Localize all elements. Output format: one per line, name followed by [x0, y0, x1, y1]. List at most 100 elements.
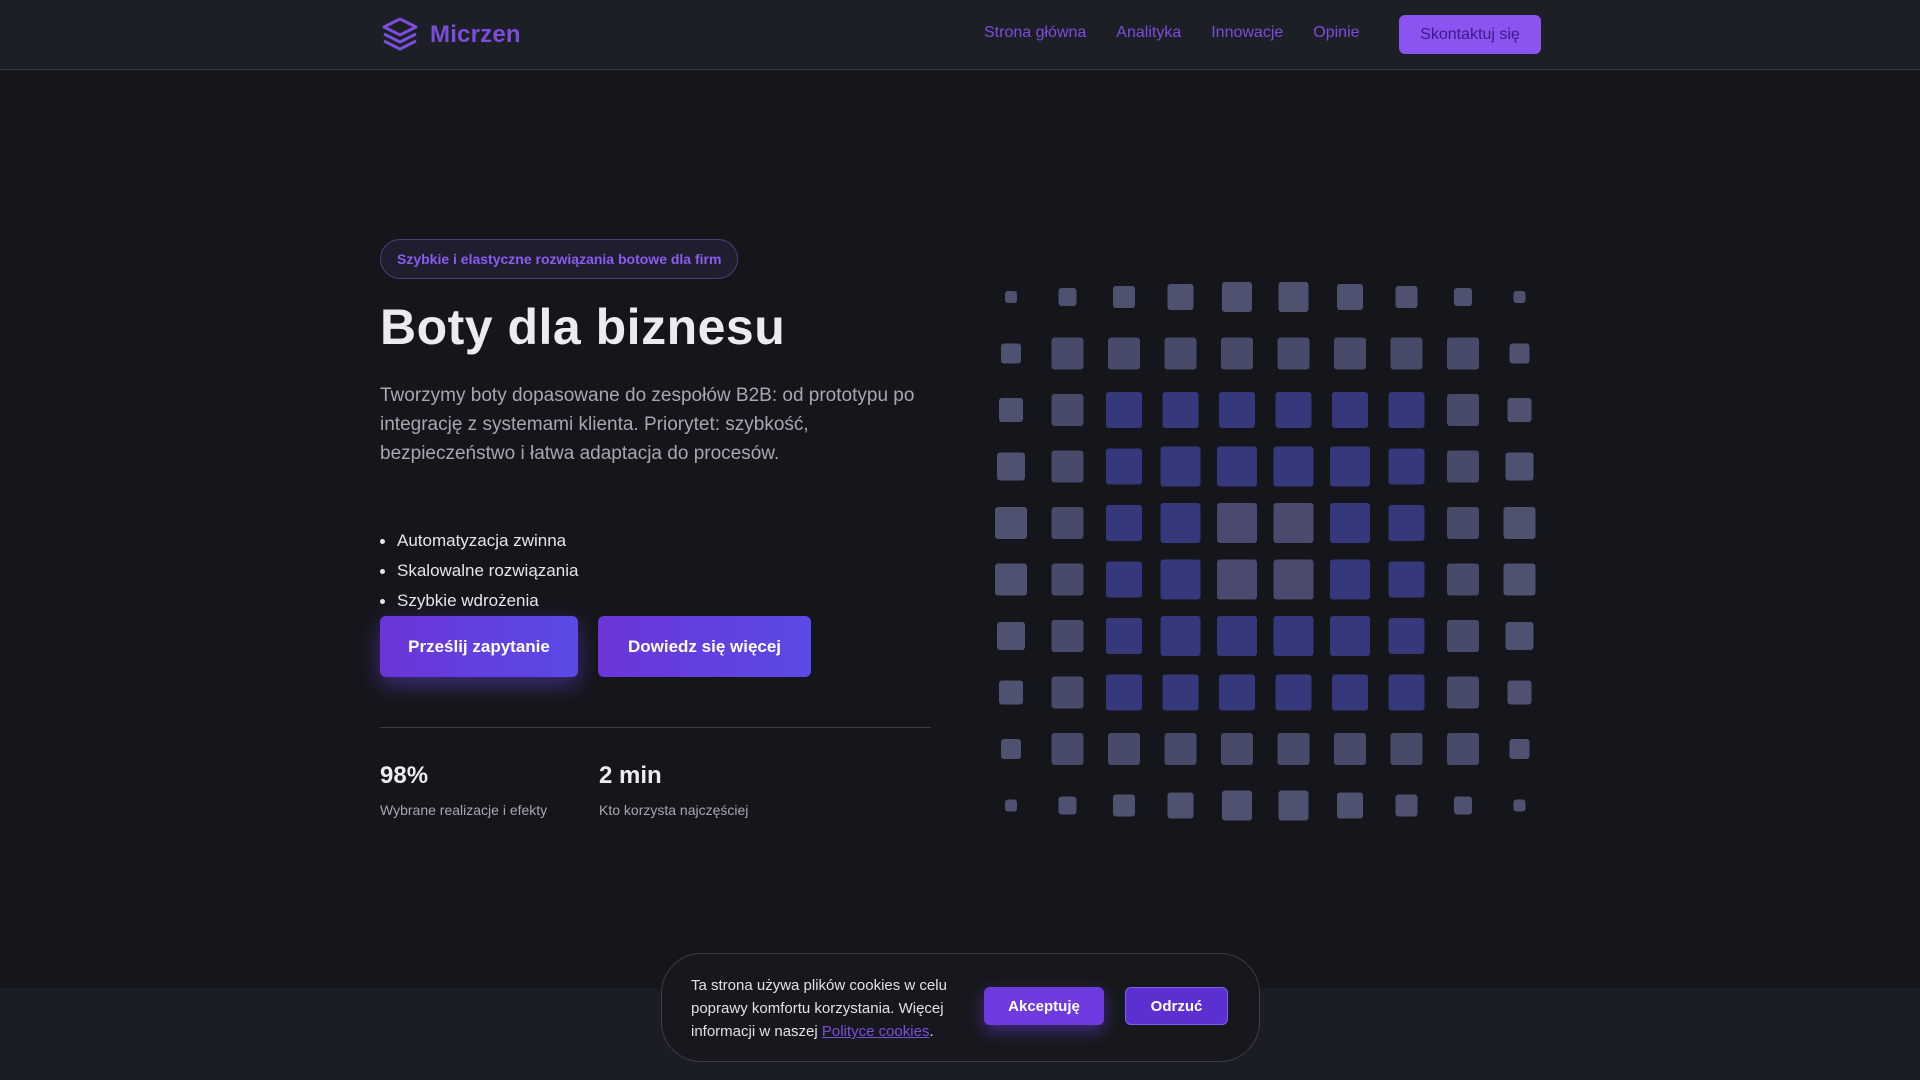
grid-tile [1106, 674, 1142, 711]
grid-tile [995, 563, 1027, 596]
nav-link-reviews[interactable]: Opinie [1313, 24, 1359, 42]
grid-tile [1058, 288, 1077, 306]
grid-tile [1160, 616, 1201, 656]
grid-tile [1221, 733, 1253, 765]
grid-tile [1167, 792, 1194, 819]
grid-tile [1390, 733, 1423, 765]
grid-tile [1106, 448, 1142, 485]
grid-tile [1051, 563, 1084, 596]
grid-tile [1447, 337, 1479, 370]
grid-tile [1160, 503, 1201, 543]
grid-tile [1509, 343, 1530, 364]
grid-tile [1005, 291, 1017, 303]
grid-tile [1507, 398, 1532, 422]
nav-link-home[interactable]: Strona główna [984, 24, 1086, 42]
nav-link-analytics[interactable]: Analityka [1116, 24, 1181, 42]
grid-tile [1330, 446, 1370, 487]
grid-tile [1513, 291, 1526, 303]
grid-tile [1113, 286, 1135, 308]
grid-tile [1330, 559, 1370, 600]
grid-tile [1051, 450, 1084, 483]
grid-tile [1219, 392, 1255, 428]
grid-tile [1051, 620, 1084, 652]
grid-tile [1222, 790, 1252, 821]
grid-tile [997, 622, 1025, 650]
accept-cookies-button[interactable]: Akceptuję [984, 987, 1104, 1025]
hero-badge: Szybkie i elastyczne rozwiązania botowe … [380, 239, 739, 279]
grid-tile [1388, 674, 1425, 711]
brand-name: Micrzen [430, 21, 521, 48]
bullet-dot-icon [380, 598, 385, 604]
grid-tile [1051, 507, 1084, 539]
send-inquiry-button[interactable]: Prześlij zapytanie [380, 616, 578, 677]
grid-tile [1503, 507, 1536, 539]
grid-tile [1051, 337, 1084, 370]
grid-tile [1503, 563, 1536, 596]
main-nav: Strona główna Analityka Innowacje Opinie [984, 24, 1360, 42]
grid-tile [1330, 616, 1370, 656]
nav-link-innovations[interactable]: Innowacje [1211, 24, 1283, 42]
list-item: Szybkie wdrożenia [380, 586, 578, 616]
grid-tile [1051, 394, 1084, 426]
hero-tile-grid-illustration [995, 282, 1536, 821]
grid-tile [1164, 733, 1197, 765]
grid-tile [1388, 505, 1425, 541]
brand-logo-link[interactable]: Micrzen [380, 14, 521, 56]
grid-tile [1395, 794, 1418, 817]
grid-tile [1337, 284, 1363, 310]
grid-tile [1334, 337, 1366, 370]
divider [380, 727, 931, 728]
grid-tile [1278, 790, 1309, 821]
grid-tile [1106, 561, 1142, 598]
grid-tile [1160, 446, 1201, 487]
cookie-policy-link[interactable]: Polityce cookies [822, 1023, 930, 1040]
grid-tile [1454, 796, 1472, 815]
grid-tile [1505, 622, 1534, 650]
grid-tile [1337, 792, 1363, 819]
bullet-dot-icon [380, 568, 385, 574]
learn-more-button[interactable]: Dowiedz się więcej [598, 616, 811, 677]
grid-tile [1058, 796, 1077, 815]
grid-tile [1106, 505, 1142, 541]
grid-tile [1162, 674, 1199, 711]
grid-tile [1113, 794, 1135, 817]
stat-value: 2 min [599, 762, 662, 789]
grid-tile [1222, 282, 1252, 312]
grid-tile [1217, 503, 1257, 543]
grid-tile [1332, 674, 1368, 711]
grid-tile [1388, 561, 1425, 598]
grid-tile [1051, 676, 1084, 709]
grid-tile [1217, 446, 1257, 487]
grid-tile [1051, 733, 1084, 765]
grid-tile [1273, 503, 1314, 543]
grid-tile [1447, 676, 1479, 709]
feature-label: Szybkie wdrożenia [397, 591, 539, 610]
grid-tile [1278, 282, 1309, 312]
feature-list: Automatyzacja zwinna Skalowalne rozwiąza… [380, 526, 578, 616]
grid-tile [1164, 337, 1197, 370]
grid-tile [1388, 448, 1425, 485]
top-navbar: Micrzen Strona główna Analityka Innowacj… [0, 0, 1920, 70]
grid-tile [1334, 733, 1366, 765]
grid-tile [1217, 559, 1257, 600]
grid-tile [1106, 392, 1142, 428]
grid-tile [1330, 503, 1370, 543]
grid-tile [1108, 733, 1140, 765]
feature-label: Automatyzacja zwinna [397, 531, 567, 550]
grid-tile [1447, 394, 1479, 426]
grid-tile [1447, 733, 1479, 765]
reject-cookies-button[interactable]: Odrzuć [1125, 987, 1228, 1025]
grid-tile [1447, 620, 1479, 652]
grid-tile [997, 452, 1025, 481]
cookie-banner: Ta strona używa plików cookies w celu po… [661, 953, 1260, 1062]
grid-tile [1162, 392, 1199, 428]
bullet-dot-icon [380, 538, 385, 544]
stat-label: Kto korzysta najczęściej [599, 802, 749, 818]
cookie-message-end: . [929, 1023, 934, 1040]
stat-block: 98% Wybrane realizacje i efekty [380, 762, 547, 818]
contact-button[interactable]: Skontaktuj się [1399, 15, 1541, 54]
grid-tile [1005, 799, 1017, 812]
grid-tile [1160, 559, 1201, 600]
grid-tile [1273, 559, 1314, 600]
grid-tile [1447, 563, 1479, 596]
